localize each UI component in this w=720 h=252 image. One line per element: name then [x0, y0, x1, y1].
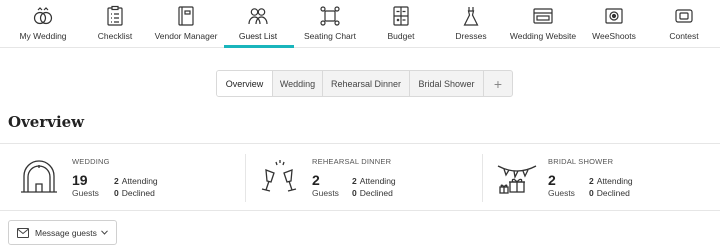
event-card-bridal-shower[interactable]: BRIDAL SHOWER 2 Guests 2 Attending 0 Decli… [496, 144, 718, 212]
attending-stat: 2 Attending [114, 176, 158, 186]
nav-item-dresses[interactable]: Dresses [436, 0, 506, 48]
chevron-down-icon [101, 230, 108, 235]
guests-label: Guests [72, 188, 99, 198]
guests-count: 2 [548, 172, 556, 188]
page-title: Overview [8, 113, 85, 131]
attending-label: Attending [359, 176, 396, 186]
event-card-rehearsal-dinner[interactable]: REHEARSAL DINNER 2 Guests 2 Attending 0 De… [258, 144, 480, 212]
ticket-icon [673, 5, 695, 27]
nav-label: WeeShoots [592, 31, 636, 41]
declined-count: 0 [589, 188, 594, 198]
champagne-glasses-icon [258, 156, 300, 198]
event-title: REHEARSAL DINNER [312, 157, 392, 166]
nav-item-wedding-website[interactable]: Wedding Website [506, 0, 580, 48]
declined-count: 0 [352, 188, 357, 198]
calculator-icon [390, 5, 412, 27]
attending-count: 2 [352, 176, 357, 186]
nav-label: Wedding Website [509, 31, 577, 41]
nav-item-contest[interactable]: Contest [648, 0, 720, 48]
nav-item-seating-chart[interactable]: Seating Chart [294, 0, 366, 48]
active-nav-indicator [224, 45, 294, 48]
declined-stat: 0 Declined [589, 188, 630, 198]
browser-icon [532, 5, 554, 27]
nav-label: Budget [387, 31, 415, 41]
attending-stat: 2 Attending [352, 176, 396, 186]
declined-label: Declined [359, 188, 393, 198]
tab-bridal-shower[interactable]: Bridal Shower [410, 71, 484, 96]
notebook-icon [175, 5, 197, 27]
nav-label: Checklist [97, 31, 133, 41]
column-divider [245, 154, 246, 202]
checklist-icon [104, 5, 126, 27]
arch-icon [18, 156, 60, 198]
nav-item-guest-list[interactable]: Guest List [222, 0, 294, 48]
attending-count: 2 [114, 176, 119, 186]
guests-count: 19 [72, 172, 88, 188]
declined-stat: 0 Declined [352, 188, 393, 198]
add-event-tab-button[interactable]: + [484, 71, 512, 96]
nav-label: Guest List [238, 31, 278, 41]
attending-stat: 2 Attending [589, 176, 633, 186]
guests-label: Guests [548, 188, 575, 198]
event-title: WEDDING [72, 157, 110, 166]
gifts-bunting-icon [496, 156, 538, 198]
seating-icon [319, 5, 341, 27]
column-divider [482, 154, 483, 202]
message-guests-button[interactable]: Message guests [8, 220, 117, 245]
declined-stat: 0 Declined [114, 188, 155, 198]
nav-item-vendor-manager[interactable]: Vendor Manager [150, 0, 222, 48]
tab-rehearsal-dinner[interactable]: Rehearsal Dinner [323, 71, 410, 96]
attending-label: Attending [121, 176, 158, 186]
message-guests-label: Message guests [35, 227, 97, 238]
top-navigation: My Wedding Checklist Vendor Manager Gues… [0, 0, 720, 48]
nav-label: Seating Chart [304, 31, 356, 41]
guests-count: 2 [312, 172, 320, 188]
tab-wedding[interactable]: Wedding [273, 71, 323, 96]
dress-icon [460, 5, 482, 27]
nav-label: My Wedding [19, 31, 67, 41]
attending-label: Attending [596, 176, 633, 186]
nav-item-checklist[interactable]: Checklist [80, 0, 150, 48]
event-title: BRIDAL SHOWER [548, 157, 614, 166]
nav-item-my-wedding[interactable]: My Wedding [8, 0, 78, 48]
attending-count: 2 [589, 176, 594, 186]
nav-item-budget[interactable]: Budget [366, 0, 436, 48]
declined-label: Declined [121, 188, 155, 198]
nav-item-weeshoots[interactable]: WeeShoots [580, 0, 648, 48]
envelope-icon [17, 227, 29, 238]
nav-label: Contest [669, 31, 699, 41]
tab-overview[interactable]: Overview [217, 71, 273, 96]
nav-label: Dresses [455, 31, 487, 41]
declined-label: Declined [596, 188, 630, 198]
guests-label: Guests [312, 188, 339, 198]
event-summary: WEDDING 19 Guests 2 Attending 0 Declined R… [0, 143, 720, 211]
nav-label: Vendor Manager [154, 31, 218, 41]
event-tabs: Overview Wedding Rehearsal Dinner Bridal… [216, 70, 513, 97]
event-card-wedding[interactable]: WEDDING 19 Guests 2 Attending 0 Declined [18, 144, 243, 212]
rings-icon [32, 5, 54, 27]
declined-count: 0 [114, 188, 119, 198]
guests-icon [247, 5, 269, 27]
camera-icon [603, 5, 625, 27]
